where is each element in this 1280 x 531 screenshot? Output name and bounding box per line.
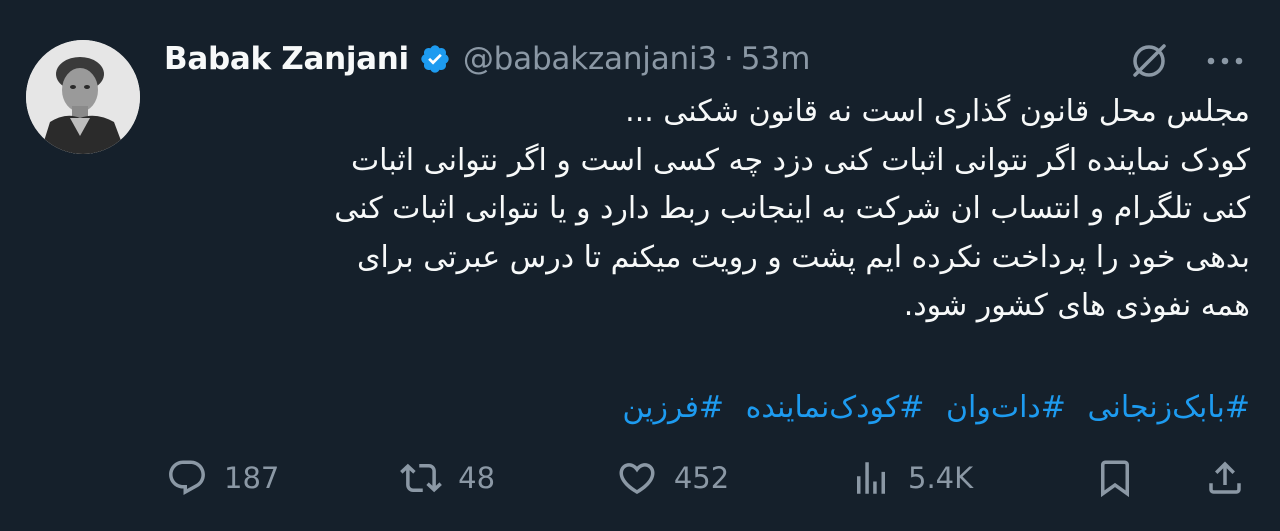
retweet-icon bbox=[396, 453, 446, 503]
like-button[interactable]: 452 bbox=[612, 453, 729, 503]
like-icon bbox=[612, 453, 662, 503]
like-count: 452 bbox=[673, 461, 730, 495]
avatar[interactable] bbox=[26, 40, 140, 154]
tweet-line: همه نفوذی های کشور شود. bbox=[903, 288, 1250, 323]
bookmark-button[interactable] bbox=[1090, 453, 1140, 503]
retweet-button[interactable]: 48 bbox=[396, 453, 495, 503]
action-bar: 187 48 452 5.4K bbox=[162, 452, 1250, 504]
tweet-line: کنی تلگرام و انتساب ان شرکت به اینجانب ر… bbox=[334, 191, 1250, 226]
tweet-text: مجلس محل قانون گذاری است نه قانون شکنی .… bbox=[190, 88, 1250, 331]
views-button[interactable]: 5.4K bbox=[846, 453, 973, 503]
tweet-header: Babak Zanjani @babakzanjani3 · 53m bbox=[164, 34, 810, 84]
reply-count: 187 bbox=[224, 461, 280, 495]
tweet-line: بدهی خود را پرداخت نکرده ایم پشت و رویت … bbox=[357, 239, 1250, 275]
more-icon[interactable] bbox=[1200, 36, 1250, 86]
tweet-line: مجلس محل قانون گذاری است نه قانون شکنی .… bbox=[625, 94, 1250, 129]
bookmark-icon bbox=[1090, 453, 1140, 503]
hashtag-link[interactable]: #دات‌وان bbox=[946, 390, 1066, 425]
author-name[interactable]: Babak Zanjani bbox=[164, 41, 409, 77]
verified-badge-icon[interactable] bbox=[419, 43, 451, 75]
hashtags: #بابک‌زنجانی #دات‌وان #کودک‌نماینده #فرز… bbox=[622, 384, 1250, 432]
hashtag-link[interactable]: #کودک‌نماینده bbox=[746, 390, 925, 425]
share-button[interactable] bbox=[1200, 453, 1250, 503]
views-icon bbox=[846, 453, 896, 503]
hashtag-link[interactable]: #فرزین bbox=[622, 390, 724, 425]
reply-button[interactable]: 187 bbox=[162, 453, 279, 503]
secondary-actions bbox=[1090, 453, 1250, 503]
tweet-time[interactable]: 53m bbox=[741, 41, 811, 77]
tweet-line: کودک نماینده اگر نتوانی اثبات کنی دزد چه… bbox=[350, 142, 1250, 178]
grok-icon[interactable] bbox=[1124, 36, 1174, 86]
views-count: 5.4K bbox=[908, 461, 974, 495]
reply-icon bbox=[162, 453, 212, 503]
author-handle[interactable]: @babakzanjani3 bbox=[463, 41, 717, 77]
top-actions bbox=[1124, 36, 1250, 86]
retweet-count: 48 bbox=[458, 461, 496, 495]
separator-dot: · bbox=[723, 41, 734, 77]
hashtag-link[interactable]: #بابک‌زنجانی bbox=[1087, 390, 1250, 425]
share-icon bbox=[1200, 453, 1250, 503]
